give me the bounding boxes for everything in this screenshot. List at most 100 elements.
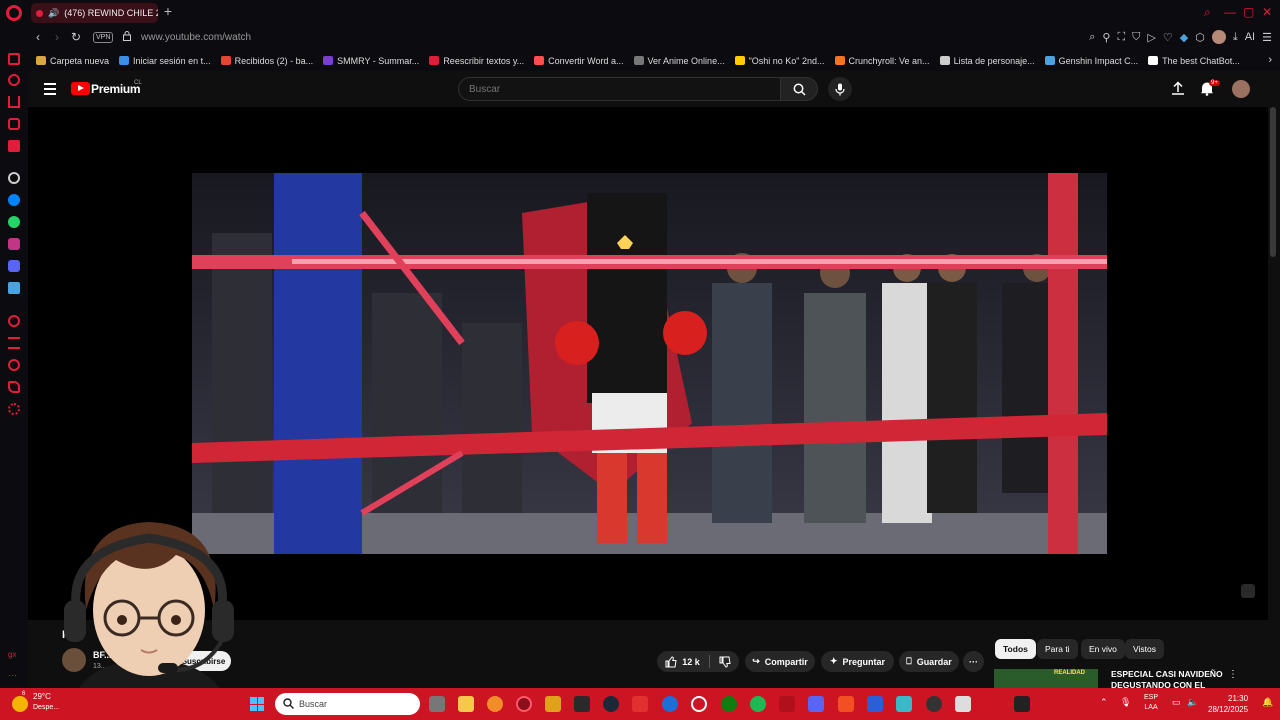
bookmarks-overflow-icon[interactable]: › bbox=[1268, 54, 1272, 66]
opera-logo-icon[interactable] bbox=[6, 5, 22, 21]
edge-like-icon[interactable] bbox=[662, 696, 678, 712]
bookmark-item[interactable]: Iniciar sesión en t... bbox=[119, 56, 211, 66]
snapshot-icon[interactable]: ⛶ bbox=[1117, 31, 1125, 44]
new-tab-button[interactable]: + bbox=[161, 4, 175, 19]
url-field[interactable]: www.youtube.com/watch bbox=[141, 32, 251, 43]
temperature[interactable]: 29°C bbox=[33, 692, 51, 701]
speaker-icon[interactable]: 🔊 bbox=[48, 8, 59, 19]
epic-games-icon[interactable] bbox=[574, 696, 590, 712]
app-black-icon[interactable] bbox=[1014, 696, 1030, 712]
filter-chip-todos[interactable]: Todos bbox=[995, 639, 1036, 659]
start-icon[interactable] bbox=[250, 697, 264, 711]
upload-icon[interactable] bbox=[1171, 81, 1185, 95]
share-button[interactable]: ↪ Compartir bbox=[745, 651, 815, 672]
language-indicator[interactable]: ESP LAA bbox=[1144, 693, 1158, 713]
aria-icon[interactable] bbox=[8, 74, 20, 86]
extensions-icon[interactable] bbox=[8, 381, 20, 393]
video-frame[interactable] bbox=[192, 173, 1107, 554]
speed-dial-icon[interactable] bbox=[8, 53, 20, 65]
menu-icon[interactable]: ☰ bbox=[1262, 31, 1272, 44]
bookmark-item[interactable]: Recibidos (2) - ba... bbox=[220, 56, 313, 66]
app-blue-icon[interactable] bbox=[867, 696, 883, 712]
play-icon[interactable]: ▷ bbox=[1147, 31, 1155, 44]
download-icon[interactable]: ⤓ bbox=[1233, 31, 1238, 44]
recommendation-more-icon[interactable]: ⋮ bbox=[1228, 669, 1238, 680]
discord-icon[interactable] bbox=[8, 260, 20, 272]
vpn-badge[interactable]: VPN bbox=[93, 32, 114, 43]
youtube-logo-icon[interactable] bbox=[71, 82, 90, 95]
close-button[interactable]: ✕ bbox=[1262, 5, 1272, 19]
bookmark-item[interactable]: The best ChatBot... bbox=[1148, 56, 1240, 66]
tray-chevron-icon[interactable]: ⌃ bbox=[1100, 697, 1108, 708]
twitch-icon[interactable] bbox=[8, 118, 20, 130]
page-scrollbar[interactable] bbox=[1270, 107, 1276, 257]
taskbar-search[interactable]: Buscar bbox=[275, 693, 420, 715]
instagram-icon[interactable] bbox=[8, 238, 20, 250]
app-gray-icon[interactable] bbox=[926, 696, 942, 712]
app-circle-icon[interactable] bbox=[691, 696, 707, 712]
translate-icon[interactable] bbox=[8, 282, 20, 294]
ai-button[interactable]: AI bbox=[1245, 31, 1255, 43]
pin-icon[interactable]: ⚲ bbox=[1102, 31, 1110, 44]
discord-taskbar-icon[interactable] bbox=[808, 696, 824, 712]
search-input[interactable] bbox=[458, 77, 781, 101]
dislike-icon[interactable] bbox=[719, 656, 731, 668]
back-icon[interactable]: ‹ bbox=[36, 30, 40, 44]
maximize-button[interactable]: ▢ bbox=[1243, 5, 1254, 19]
account-avatar[interactable] bbox=[1232, 80, 1250, 98]
like-icon[interactable] bbox=[665, 655, 677, 668]
save-button[interactable]: ⎕ Guardar bbox=[899, 651, 959, 672]
filter-chip-vistos[interactable]: Vistos bbox=[1125, 639, 1164, 659]
network-icon[interactable]: ▭ bbox=[1172, 697, 1181, 708]
extension-icon[interactable]: ◆ bbox=[1180, 31, 1188, 44]
filter-chip-para-ti[interactable]: Para ti bbox=[1037, 639, 1078, 659]
profile-avatar[interactable] bbox=[1211, 30, 1226, 44]
bag-icon[interactable] bbox=[8, 96, 20, 108]
filter-chip-en-vivo[interactable]: En vivo bbox=[1081, 639, 1125, 659]
app-dark-red-icon[interactable] bbox=[779, 696, 795, 712]
gx-icon[interactable]: gx bbox=[8, 650, 20, 662]
youtube-brand[interactable]: Premium bbox=[91, 82, 141, 96]
blender-icon[interactable] bbox=[487, 696, 503, 712]
more-actions-button[interactable]: ··· bbox=[963, 651, 984, 672]
forward-icon[interactable]: › bbox=[55, 30, 59, 44]
file-explorer-icon[interactable] bbox=[458, 696, 474, 712]
bookmark-item[interactable]: Genshin Impact C... bbox=[1044, 56, 1138, 66]
player-icon[interactable] bbox=[8, 315, 20, 327]
lock-icon[interactable] bbox=[123, 31, 131, 41]
tray-mic-icon[interactable]: 🎙 bbox=[1120, 697, 1131, 708]
zoom-icon[interactable]: ⌕ bbox=[1089, 31, 1095, 44]
reload-icon[interactable]: ↻ bbox=[71, 30, 81, 44]
ask-button[interactable]: ✦ Preguntar bbox=[821, 651, 894, 672]
gmail-icon[interactable] bbox=[8, 140, 20, 152]
bookmark-item[interactable]: Crunchyroll: Ve an... bbox=[834, 56, 930, 66]
app-red-icon[interactable] bbox=[632, 696, 648, 712]
recommendation-thumbnail[interactable]: REALIDAD bbox=[994, 669, 1098, 689]
task-view-icon[interactable] bbox=[429, 696, 445, 712]
steam-icon[interactable] bbox=[603, 696, 619, 712]
shield-icon[interactable]: ⛉ bbox=[1132, 31, 1140, 44]
voice-search-button[interactable] bbox=[828, 77, 852, 101]
bookmark-item[interactable]: SMMRY - Summar... bbox=[323, 56, 419, 66]
microsoft-365-icon[interactable] bbox=[838, 696, 854, 712]
rockstar-icon[interactable] bbox=[545, 696, 561, 712]
clock[interactable]: 21:30 28/12/2025 bbox=[1208, 693, 1248, 715]
like-count[interactable]: 12 k bbox=[682, 657, 700, 667]
search-button[interactable] bbox=[780, 77, 818, 101]
xbox-icon[interactable] bbox=[721, 696, 737, 712]
whatsapp-icon[interactable] bbox=[8, 216, 20, 228]
bookmark-item[interactable]: Reescribir textos y... bbox=[429, 56, 524, 66]
bookmark-item[interactable]: Lista de personaje... bbox=[939, 56, 1035, 66]
volume-icon[interactable]: 🔈 bbox=[1187, 697, 1198, 708]
app-white-icon[interactable] bbox=[955, 696, 971, 712]
more-icon[interactable]: ··· bbox=[8, 670, 20, 682]
weather-icon[interactable] bbox=[12, 696, 28, 712]
app-teal-icon[interactable] bbox=[896, 696, 912, 712]
puzzle-icon[interactable]: ⬡ bbox=[1195, 31, 1205, 44]
messenger-icon[interactable] bbox=[8, 194, 20, 206]
spotify-icon[interactable] bbox=[750, 696, 766, 712]
bookmark-item[interactable]: "Oshi no Ko" 2nd... bbox=[734, 56, 825, 66]
bookmark-item[interactable]: Convertir Word a... bbox=[534, 56, 624, 66]
menu-icon[interactable] bbox=[44, 83, 56, 95]
heart-icon[interactable]: ♡ bbox=[1163, 31, 1173, 44]
